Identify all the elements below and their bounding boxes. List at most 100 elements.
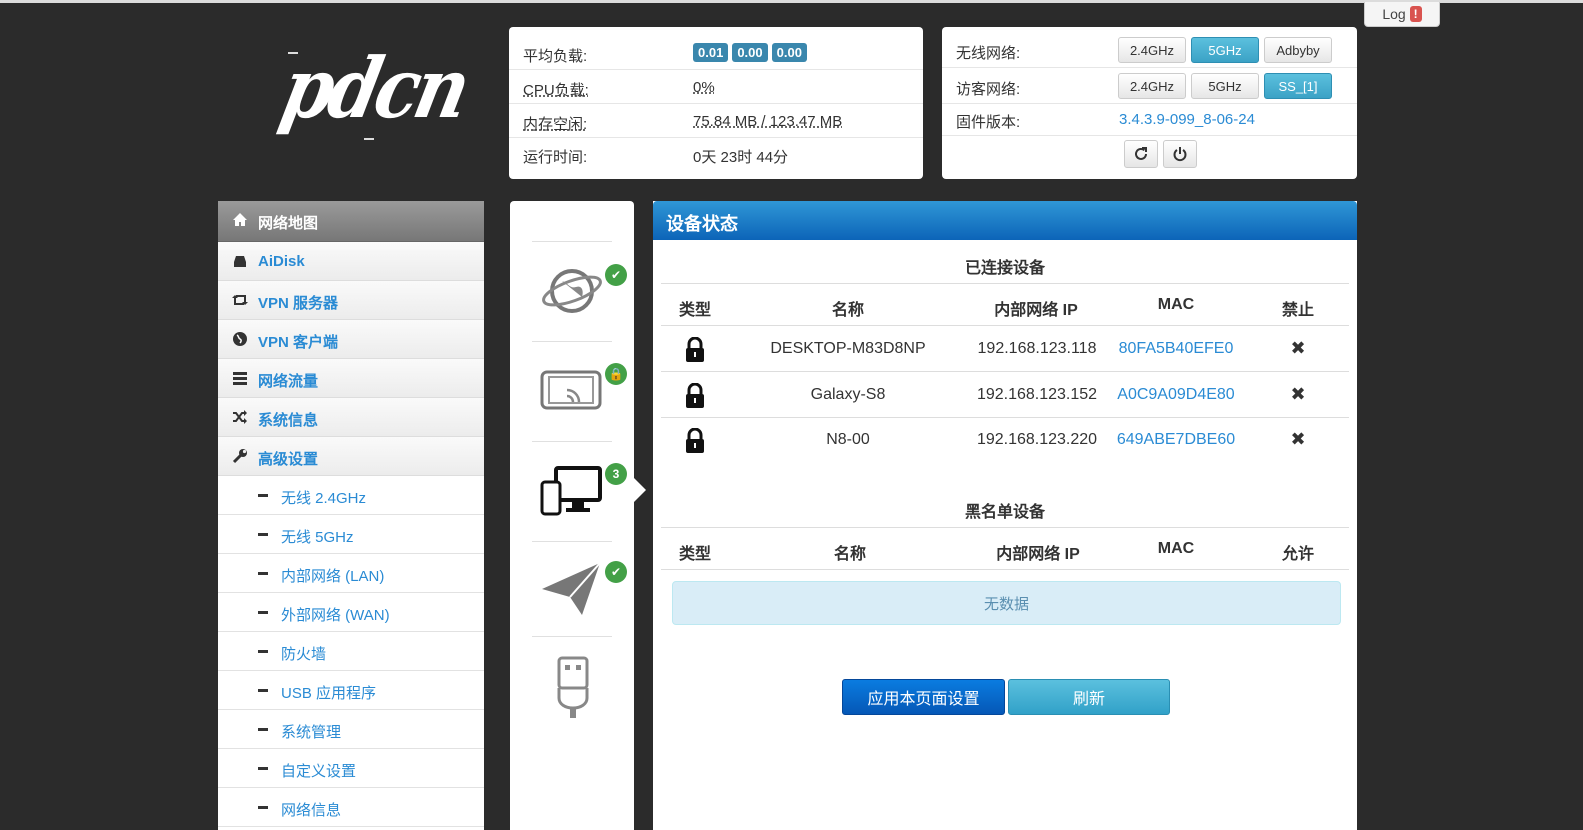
connected-title: 已连接设备 bbox=[964, 260, 1045, 277]
memory-value: 75.84 MB / 123.47 MB bbox=[693, 113, 843, 130]
nav-sub-label: 网络信息 bbox=[281, 802, 342, 819]
nav-label: 网络地图 bbox=[258, 215, 319, 232]
globe-icon bbox=[233, 332, 247, 346]
globe-satellite-icon bbox=[542, 269, 602, 313]
dash-icon bbox=[258, 650, 268, 653]
load-label: 平均负载: bbox=[523, 48, 588, 65]
shadowsocks-status[interactable] bbox=[540, 561, 604, 619]
device-mac[interactable]: A0C9A09D4E80 bbox=[1106, 386, 1246, 404]
device-mac[interactable]: 80FA5B40EFE0 bbox=[1106, 340, 1246, 358]
nav-sub-usb[interactable]: USB 应用程序 bbox=[218, 671, 484, 710]
memory-link[interactable]: 内存空闲: bbox=[523, 113, 587, 134]
wifi-5ghz-button[interactable]: 5GHz bbox=[1191, 37, 1259, 63]
dash-icon bbox=[258, 533, 268, 536]
empty-state: 无数据 bbox=[672, 581, 1341, 625]
retweet-icon bbox=[232, 295, 248, 305]
separator bbox=[532, 541, 612, 542]
nav-sub-wan[interactable]: 外部网络 (WAN) bbox=[218, 593, 484, 632]
power-icon bbox=[1173, 147, 1187, 162]
nav-sub-firewall[interactable]: 防火墙 bbox=[218, 632, 484, 671]
wireless-status[interactable] bbox=[540, 366, 604, 416]
nav-system-info[interactable]: 系统信息 bbox=[218, 398, 484, 437]
cpu-link[interactable]: CPU负载: bbox=[523, 79, 589, 100]
apply-button[interactable]: 应用本页面设置 bbox=[842, 679, 1005, 715]
tablet-wifi-icon bbox=[540, 370, 602, 410]
adbyby-button[interactable]: Adbyby bbox=[1264, 37, 1332, 63]
nav-sub-label: 防火墙 bbox=[281, 646, 327, 663]
cpu-row: CPU负载: 0% bbox=[509, 70, 923, 104]
memory-row: 内存空闲: 75.84 MB / 123.47 MB bbox=[509, 104, 923, 138]
col-name: 名称 bbox=[831, 302, 864, 319]
nav-sub-custom[interactable]: 自定义设置 bbox=[218, 749, 484, 788]
nav-sub-lan[interactable]: 内部网络 (LAN) bbox=[218, 554, 484, 593]
col-name: 名称 bbox=[833, 546, 866, 563]
logo-bar bbox=[364, 138, 374, 140]
col-allow: 允许 bbox=[1281, 546, 1314, 563]
disk-icon bbox=[234, 256, 246, 267]
usb-icon bbox=[557, 656, 589, 718]
internet-ok-icon: ✔ bbox=[605, 264, 627, 286]
guest-24ghz-button[interactable]: 2.4GHz bbox=[1118, 73, 1186, 99]
log-button[interactable]: Log ! bbox=[1364, 2, 1440, 27]
nav-advanced[interactable]: 高级设置 bbox=[218, 437, 484, 476]
nav-label: 系统信息 bbox=[258, 412, 319, 429]
usb-status[interactable] bbox=[553, 656, 593, 720]
home-icon bbox=[233, 213, 247, 226]
power-button[interactable] bbox=[1163, 140, 1197, 168]
dash-icon bbox=[258, 767, 268, 770]
firmware-link[interactable]: 3.4.3.9-099_8-06-24 bbox=[1119, 111, 1255, 128]
random-icon bbox=[233, 410, 247, 424]
nav-sub-wireless-5[interactable]: 无线 5GHz bbox=[218, 515, 484, 554]
nav-aidisk[interactable]: AiDisk bbox=[218, 242, 484, 281]
dash-icon bbox=[258, 806, 268, 809]
nav-sub-label: 内部网络 (LAN) bbox=[281, 568, 385, 585]
nav-traffic[interactable]: 网络流量 bbox=[218, 359, 484, 398]
nav-sub-label: 无线 2.4GHz bbox=[281, 490, 367, 507]
dash-icon bbox=[258, 494, 268, 497]
refresh-button[interactable]: 刷新 bbox=[1008, 679, 1170, 715]
load-15min: 0.00 bbox=[771, 43, 807, 62]
block-device-button[interactable]: ✖ bbox=[1283, 338, 1313, 359]
nav-label: 高级设置 bbox=[258, 451, 319, 468]
active-pointer bbox=[634, 478, 646, 502]
refresh-icon bbox=[1135, 147, 1147, 160]
page-title: 设备状态 bbox=[666, 214, 738, 234]
firmware-label: 固件版本: bbox=[956, 114, 1021, 131]
device-mac[interactable]: 649ABE7DBE60 bbox=[1106, 431, 1246, 449]
nav-sub-netinfo[interactable]: 网络信息 bbox=[218, 788, 484, 827]
lock-icon bbox=[686, 383, 704, 408]
separator bbox=[532, 241, 612, 242]
block-device-button[interactable]: ✖ bbox=[1283, 384, 1313, 405]
guest-row: 访客网络: 2.4GHz 5GHz SS_[1] bbox=[942, 68, 1357, 104]
nav-label: VPN 服务器 bbox=[258, 295, 339, 312]
table-line bbox=[661, 527, 1349, 528]
device-ip: 192.168.123.152 bbox=[976, 386, 1098, 403]
nav-vpn-client[interactable]: VPN 客户端 bbox=[218, 320, 484, 359]
lock-icon bbox=[686, 428, 704, 453]
device-name: DESKTOP-M83D8NP bbox=[770, 340, 926, 357]
guest-label: 访客网络: bbox=[956, 81, 1021, 98]
uptime-label: 运行时间: bbox=[523, 149, 588, 166]
separator bbox=[532, 441, 612, 442]
nav-vpn-server[interactable]: VPN 服务器 bbox=[218, 281, 484, 320]
col-mac: MAC bbox=[1157, 296, 1195, 313]
nav-network-map[interactable]: 网络地图 bbox=[218, 201, 484, 242]
load-1min: 0.01 bbox=[693, 43, 729, 62]
reboot-button[interactable] bbox=[1124, 140, 1158, 168]
internet-status[interactable] bbox=[540, 259, 604, 323]
uptime-value: 0天 23时 44分 bbox=[693, 149, 789, 166]
block-device-button[interactable]: ✖ bbox=[1283, 429, 1313, 450]
wifi-24ghz-button[interactable]: 2.4GHz bbox=[1118, 37, 1186, 63]
clients-status[interactable] bbox=[540, 466, 604, 518]
nav-label: 网络流量 bbox=[258, 373, 319, 390]
nav-label: VPN 客户端 bbox=[258, 334, 339, 351]
ss-button[interactable]: SS_[1] bbox=[1264, 73, 1332, 99]
nav-sub-admin[interactable]: 系统管理 bbox=[218, 710, 484, 749]
table-line bbox=[661, 283, 1349, 284]
nav-sub-label: 无线 5GHz bbox=[281, 529, 354, 546]
device-name: Galaxy-S8 bbox=[810, 386, 886, 403]
nav-sub-wireless-24[interactable]: 无线 2.4GHz bbox=[218, 476, 484, 515]
separator bbox=[532, 636, 612, 637]
guest-5ghz-button[interactable]: 5GHz bbox=[1191, 73, 1259, 99]
table-line bbox=[661, 371, 1349, 372]
